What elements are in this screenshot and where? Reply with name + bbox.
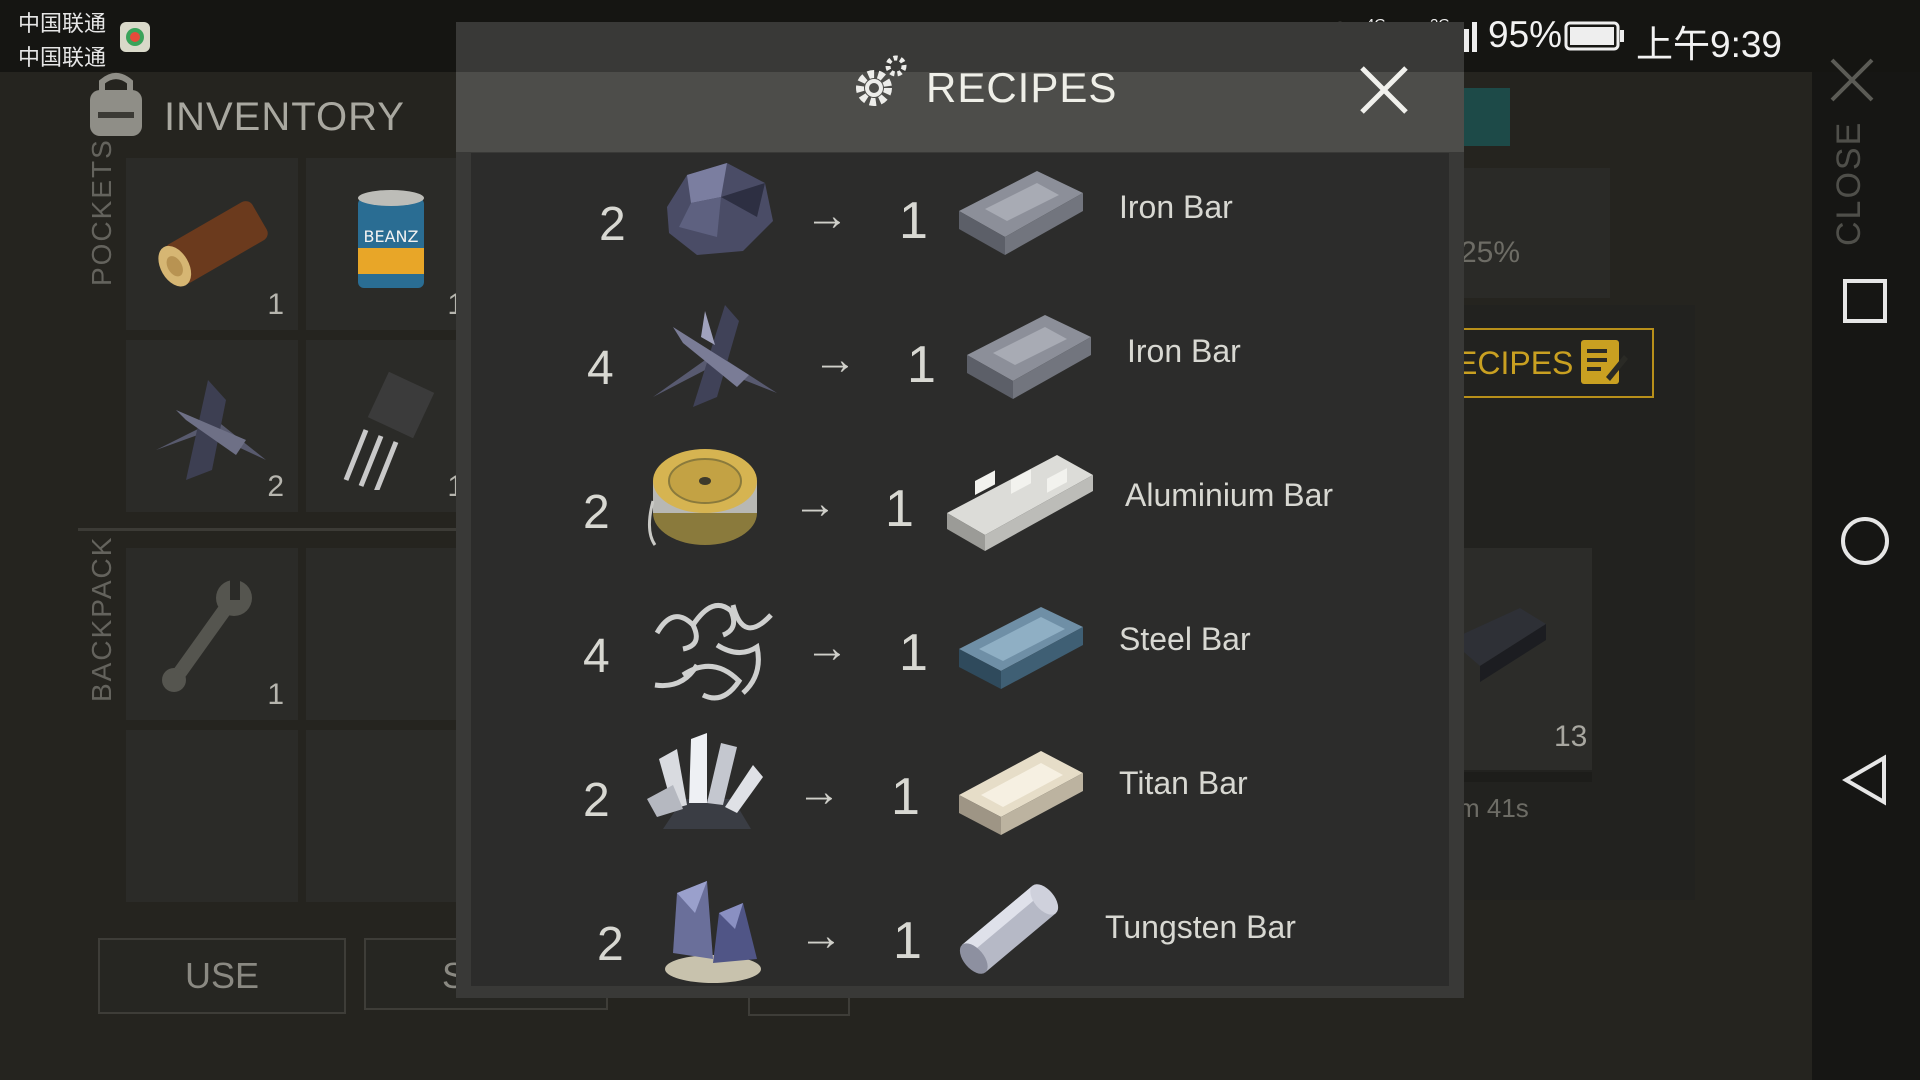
recipe-name: Titan Bar xyxy=(1119,765,1248,801)
wrench-icon xyxy=(162,578,252,692)
recipe-name: Steel Bar xyxy=(1119,621,1251,657)
titan-bar-icon xyxy=(955,737,1089,837)
close-x-icon[interactable] xyxy=(1828,56,1876,104)
home-icon[interactable] xyxy=(1840,516,1890,566)
metal-shavings-icon xyxy=(643,585,775,715)
timer-text: m 41s xyxy=(1458,793,1529,823)
gears-icon xyxy=(852,52,912,112)
output-quantity: 1 xyxy=(899,192,928,250)
battery-icon xyxy=(1564,20,1626,52)
app-notification-icon xyxy=(120,22,150,52)
tungsten-ore-icon xyxy=(657,873,769,985)
recipe-name: Iron Bar xyxy=(1127,333,1241,369)
close-icon[interactable] xyxy=(1356,62,1412,118)
input-quantity: 4 xyxy=(583,630,610,683)
percent-text: 25% xyxy=(1460,236,1521,269)
aluminium-bar-icon xyxy=(945,441,1095,553)
recipe-row: 2 → 1 Iron Bar xyxy=(471,153,1449,297)
iron-scrap-icon xyxy=(645,297,785,409)
recipe-row: 2 → 1 Titan Bar xyxy=(471,729,1449,873)
inventory-slot-iron-scrap[interactable]: 2 xyxy=(126,340,298,512)
pockets-label: POCKETS xyxy=(86,138,117,286)
backpack-label: BACKPACK xyxy=(86,535,117,702)
back-icon[interactable] xyxy=(1842,754,1888,806)
recipe-name: Aluminium Bar xyxy=(1125,477,1334,513)
backpack-icon xyxy=(80,68,152,140)
iron-bar-icon xyxy=(955,159,1089,259)
tungsten-bar-icon xyxy=(949,873,1069,985)
iron-ore-icon xyxy=(657,157,779,259)
inventory-slot-log[interactable]: 1 xyxy=(126,158,298,330)
recipe-row: 2 → 1 Tungsten Bar xyxy=(471,873,1449,1017)
slot-count: 1 xyxy=(267,678,284,711)
iron-scrap-icon xyxy=(156,380,266,480)
close-label[interactable]: CLOSE xyxy=(1830,121,1869,246)
recipe-row: 4 → 1 Iron Bar xyxy=(471,297,1449,441)
arrow-icon: → xyxy=(793,479,837,528)
recipe-name: Iron Bar xyxy=(1119,189,1233,225)
inventory-slot-wrench[interactable]: 1 xyxy=(126,548,298,720)
recent-apps-icon[interactable] xyxy=(1842,278,1888,324)
arrow-icon: → xyxy=(805,191,849,240)
output-quantity: 1 xyxy=(891,768,920,826)
iron-bar-icon xyxy=(1450,600,1560,690)
clock: 上午9:39 xyxy=(1636,24,1783,65)
carrier-label-1: 中国联通 xyxy=(18,11,107,36)
inventory-title: INVENTORY xyxy=(164,95,405,139)
slot-count: 1 xyxy=(267,288,284,321)
inventory-slot-empty[interactable] xyxy=(306,548,478,720)
arrow-icon: → xyxy=(797,767,841,816)
wire-spool-icon xyxy=(643,441,765,551)
inventory-slot-beans[interactable]: BEANZ 1 xyxy=(306,158,478,330)
output-quantity: 1 xyxy=(899,624,928,682)
output-quantity: 1 xyxy=(893,912,922,970)
recipe-list: 2 → 1 Iron Bar 4 → 1 Iron Bar 2 → 1 Alum… xyxy=(471,153,1449,986)
slot-count: 2 xyxy=(267,470,284,503)
arrow-icon: → xyxy=(799,911,843,960)
input-quantity: 2 xyxy=(597,918,624,971)
beans-can-label: BEANZ xyxy=(364,227,419,246)
iron-bar-icon xyxy=(963,303,1097,403)
recipes-title: RECIPES xyxy=(926,64,1118,111)
inventory-divider xyxy=(78,528,458,531)
inventory-slot-empty[interactable] xyxy=(126,730,298,902)
output-quantity: 1 xyxy=(907,336,936,394)
recipe-name: Tungsten Bar xyxy=(1105,909,1296,945)
input-quantity: 2 xyxy=(583,486,610,539)
log-icon xyxy=(158,201,268,287)
recipe-row: 4 → 1 Steel Bar xyxy=(471,585,1449,729)
input-quantity: 4 xyxy=(587,342,614,395)
edit-note-icon xyxy=(1578,337,1628,387)
inventory-slot-transistor[interactable]: 1 xyxy=(306,340,478,512)
arrow-icon: → xyxy=(805,623,849,672)
recipe-row: 2 → 1 Aluminium Bar xyxy=(471,441,1449,585)
steel-bar-icon xyxy=(955,593,1089,693)
output-quantity: 1 xyxy=(885,480,914,538)
right-slot-count: 13 xyxy=(1554,720,1588,753)
use-button[interactable]: USE xyxy=(98,938,346,1014)
battery-percent: 95% xyxy=(1488,14,1563,55)
arrow-icon: → xyxy=(813,335,857,384)
input-quantity: 2 xyxy=(599,198,626,251)
inventory-slot-empty[interactable] xyxy=(306,730,478,902)
beans-can-icon: BEANZ xyxy=(358,190,424,288)
right-info-panel xyxy=(1440,168,1610,298)
titan-crystal-icon xyxy=(643,729,767,841)
input-quantity: 2 xyxy=(583,774,610,827)
transistor-icon xyxy=(343,371,435,490)
